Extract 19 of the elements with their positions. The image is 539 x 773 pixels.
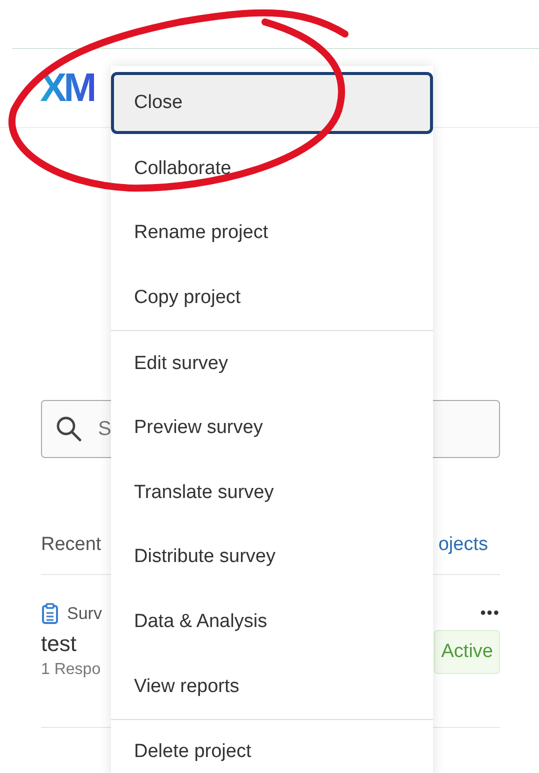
status-badge: Active [434, 630, 500, 674]
menu-item[interactable]: Delete project [111, 720, 433, 773]
clipboard-icon [41, 603, 59, 625]
menu-item[interactable]: Preview survey [111, 396, 433, 461]
projects-link[interactable]: ojects [438, 534, 488, 556]
menu-item[interactable]: Translate survey [111, 460, 433, 526]
menu-item[interactable]: Collaborate [111, 136, 433, 202]
menu-item[interactable]: Close [111, 72, 433, 134]
menu-item[interactable]: Distribute survey [111, 525, 433, 590]
project-type: Surv [67, 604, 102, 624]
menu-item[interactable]: Data & Analysis [111, 590, 433, 654]
project-name: test [41, 631, 78, 657]
response-count: 1 Respo [41, 661, 101, 679]
menu-item[interactable]: Rename project [111, 201, 433, 266]
more-button[interactable]: ••• [480, 605, 500, 623]
menu-item[interactable]: Edit survey [111, 331, 433, 396]
menu-item[interactable]: View reports [111, 654, 433, 719]
section-heading: Recent [41, 534, 102, 556]
menu-item[interactable]: Copy project [111, 266, 433, 330]
